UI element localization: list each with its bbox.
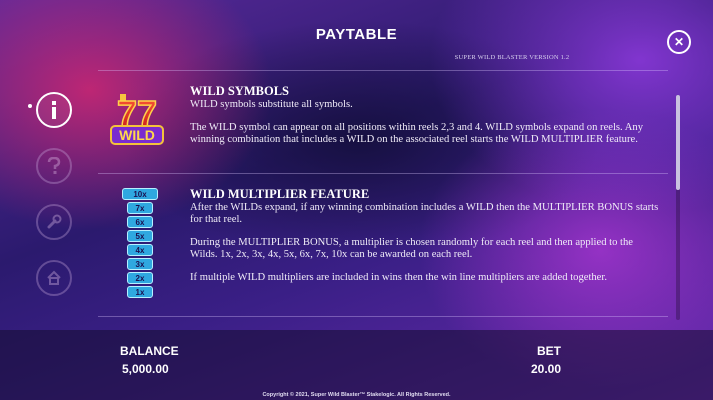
multiplier-chip: 7x [127,202,153,214]
info-icon [52,101,56,119]
divider [98,316,668,317]
divider [98,173,668,174]
wild-symbol-image: 77 WILD [110,92,164,145]
version-label: SUPER WILD BLASTER VERSION 1.2 [454,54,570,61]
wild-multiplier-text: After the WILDs expand, if any winning c… [190,202,660,295]
multiplier-chip: 6x [127,216,153,228]
multiplier-chip: 4x [127,244,153,256]
wild-paragraph: The WILD symbol can appear on all positi… [190,122,643,145]
multiplier-stack-image: 10x 7x 6x 5x 4x 3x 2x 1x [122,188,158,300]
balance-label: BALANCE [120,344,179,358]
page-title: PAYTABLE [315,26,398,43]
home-icon [47,270,61,285]
wild-symbols-title: WILD SYMBOLS [190,84,289,98]
bet-value: 20.00 [531,362,562,376]
wild-multiplier-title: WILD MULTIPLIER FEATURE [190,187,370,201]
multiplier-paragraph: During the MULTIPLIER BONUS, a multiplie… [190,237,633,260]
multiplier-chip: 5x [127,230,153,242]
copyright-text: Copyright © 2021, Super Wild Blaster™ St… [262,392,451,398]
multiplier-chip: 1x [127,286,153,298]
nav-home-button[interactable] [36,260,72,296]
nav-info-button[interactable] [36,92,72,128]
close-button[interactable]: ✕ [667,30,691,54]
wild-symbols-text: WILD symbols substitute all symbols. The… [190,99,660,157]
scrollbar[interactable] [676,95,680,320]
scrollbar-thumb[interactable] [676,95,680,190]
divider [98,70,668,71]
multiplier-paragraph: After the WILDs expand, if any winning c… [190,202,659,225]
multiplier-chip: 2x [127,272,153,284]
nav-settings-button[interactable] [36,204,72,240]
paytable-panel: 77 WILD WILD SYMBOLS WILD symbols substi… [98,70,668,322]
nav-help-button[interactable] [36,148,72,184]
bet-label: BET [537,344,561,358]
wrench-icon [47,214,62,229]
multiplier-paragraph: If multiple WILD multipliers are include… [190,272,607,283]
close-icon: ✕ [673,35,685,49]
wild-logo-text: WILD [119,127,155,143]
multiplier-chip: 10x [122,188,158,200]
wild-paragraph: WILD symbols substitute all symbols. [190,99,353,110]
active-indicator-dot [28,104,32,108]
bottom-bar [0,330,713,400]
question-icon [47,157,61,174]
balance-value: 5,000.00 [122,362,169,376]
multiplier-chip: 3x [127,258,153,270]
